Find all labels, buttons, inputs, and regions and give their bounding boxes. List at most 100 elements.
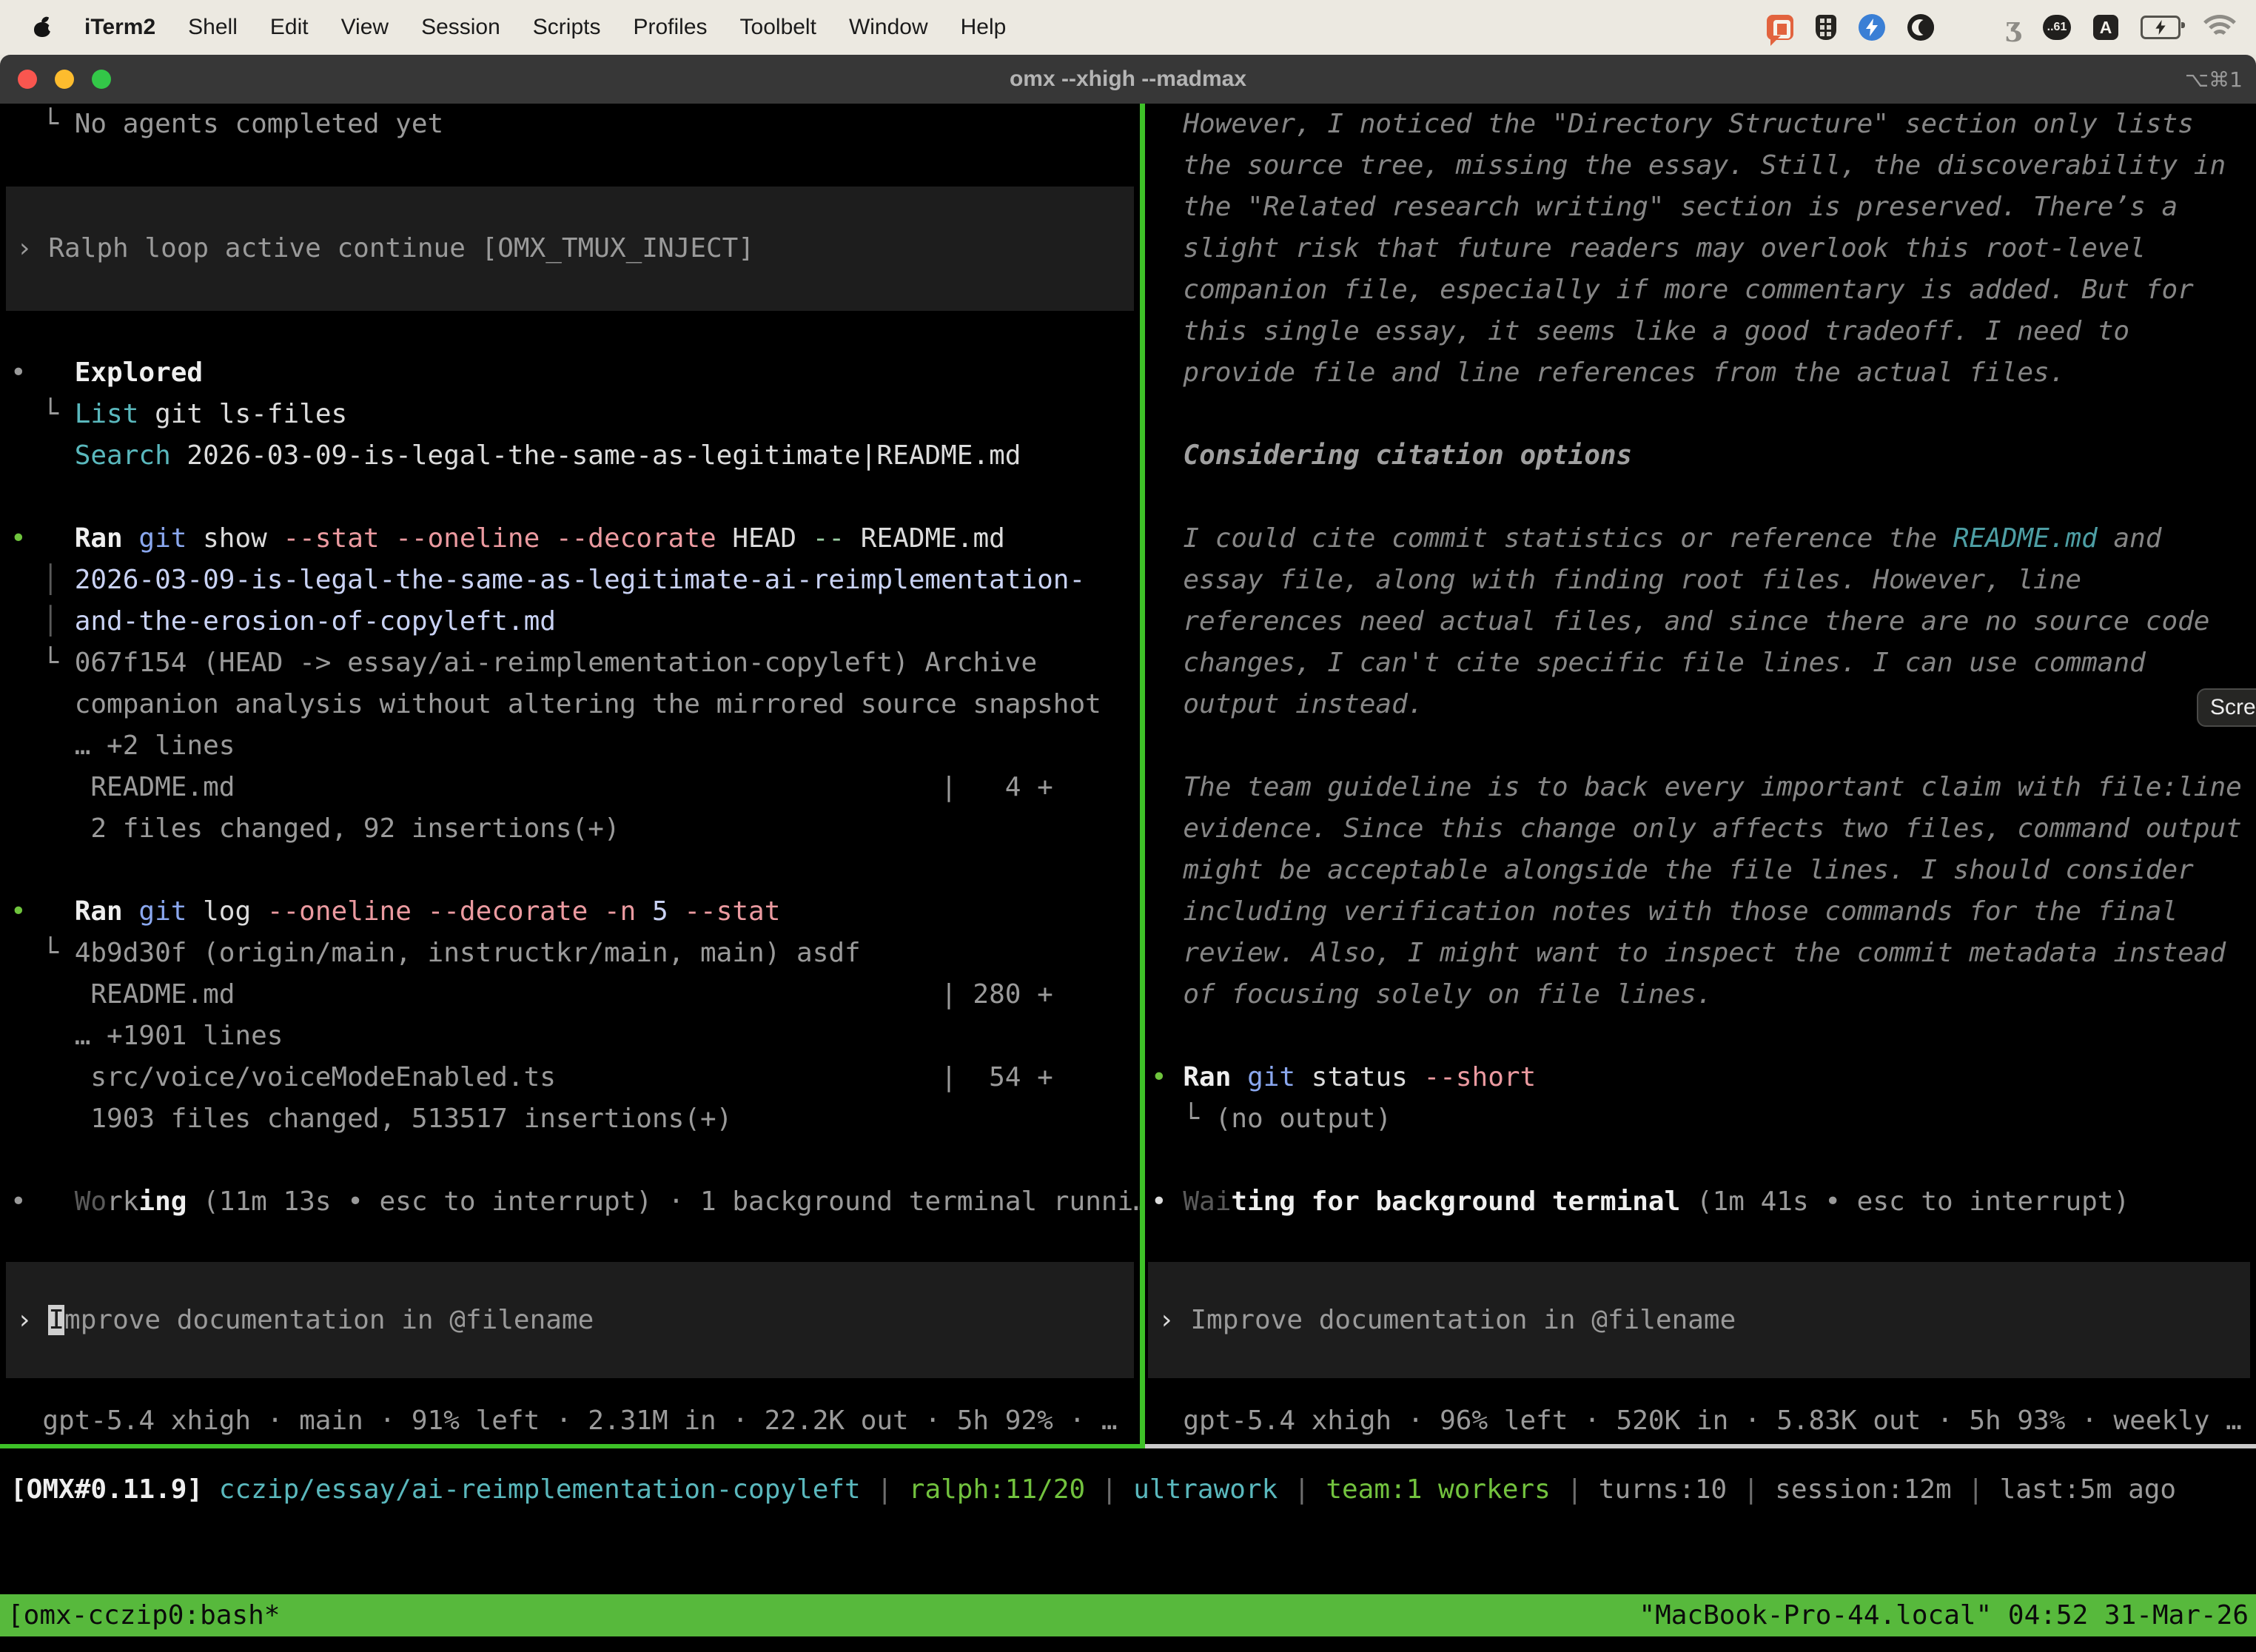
- terminal-text: (1m 41s • esc to interrupt): [1680, 1186, 2129, 1217]
- right-pane[interactable]: However, I noticed the "Directory Struct…: [1145, 104, 2256, 1444]
- terminal-text: 2026-03-09-is-legal-the-same-as-legitima…: [75, 565, 1085, 595]
- terminal-text: git: [1247, 1062, 1295, 1092]
- menu-item-app[interactable]: iTerm2: [84, 15, 155, 40]
- terminal-text: •: [1151, 1062, 1183, 1092]
- terminal-text: and: [2098, 523, 2162, 554]
- terminal-line: The team guideline is to back every impo…: [1151, 767, 2256, 808]
- terminal-text: Explored: [75, 357, 203, 388]
- left-pane[interactable]: └ No agents completed yet › Ralph loop ac…: [0, 104, 1140, 1444]
- blue-bolt-badge-icon[interactable]: [1859, 14, 1885, 41]
- terminal-line: [10, 477, 1140, 518]
- menu-item-profiles[interactable]: Profiles: [633, 15, 707, 40]
- window-title: omx --xhigh --madmax: [0, 67, 2256, 92]
- battery-charging-icon[interactable]: [2141, 16, 2181, 39]
- terminal-text: Ralph loop active continue [OMX_TMUX_INJ…: [48, 233, 754, 263]
- terminal-text: … +2 lines: [10, 731, 235, 761]
- hook-squiggle-icon[interactable]: ʒ: [2006, 12, 2021, 43]
- input-source-a-icon[interactable]: A: [2093, 15, 2118, 40]
- terminal-text: --short: [1424, 1062, 1537, 1092]
- terminal-text: team:1 workers: [1326, 1474, 1550, 1505]
- terminal-text: Wo: [75, 1186, 107, 1217]
- menu-items: iTerm2 Shell Edit View Session Scripts Profil…: [0, 15, 1006, 40]
- shield-grid-icon[interactable]: [1816, 15, 1836, 40]
- terminal-text: slight risk that future readers may over…: [1151, 233, 2146, 263]
- terminal-text: 2 files changed, 92 insertions(+): [10, 813, 620, 844]
- pane-divider[interactable]: [1140, 104, 1145, 1444]
- message-box: › Ralph loop active continue [OMX_TMUX_I…: [6, 187, 1134, 311]
- omx-status-line: [OMX#0.11.9] cczip/essay/ai-reimplementa…: [0, 1448, 2256, 1511]
- menu-item-view[interactable]: View: [341, 15, 389, 40]
- menu-item-edit[interactable]: Edit: [270, 15, 309, 40]
- menu-item-scripts[interactable]: Scripts: [533, 15, 601, 40]
- terminal-text: this single essay, it seems like a good …: [1151, 316, 2129, 346]
- prompt-input-box[interactable]: › Improve documentation in @filename: [1148, 1262, 2250, 1378]
- bottom-filler: [0, 1636, 2256, 1652]
- crescent-circle-icon[interactable]: [1907, 14, 1934, 41]
- terminal-text: [123, 896, 139, 927]
- apple-menu-icon[interactable]: [34, 17, 52, 38]
- terminal-text: ting for background terminal: [1231, 1186, 1680, 1217]
- terminal-text: the source tree, missing the essay. Stil…: [1151, 150, 2226, 181]
- terminal-text: provide file and line references from th…: [1151, 357, 2065, 388]
- terminal-text: of focusing solely on file lines.: [1151, 979, 1713, 1010]
- terminal-text: Wai: [1183, 1186, 1231, 1217]
- terminal-line: the source tree, missing the essay. Stil…: [1151, 145, 2256, 187]
- terminal-line: might be acceptable alongside the file l…: [1151, 850, 2256, 891]
- tmux-session-label: [omx-cczip0:bash*: [7, 1600, 280, 1631]
- terminal-line: Search 2026-03-09-is-legal-the-same-as-l…: [10, 435, 1140, 477]
- terminal-text: |: [861, 1474, 909, 1505]
- terminal-text: ralph:11/20: [909, 1474, 1085, 1505]
- menu-item-window[interactable]: Window: [849, 15, 928, 40]
- menu-item-session[interactable]: Session: [421, 15, 500, 40]
- terminal-line: [10, 850, 1140, 891]
- menu-item-shell[interactable]: Shell: [188, 15, 238, 40]
- terminal-text: └: [10, 648, 75, 678]
- menu-items-rest: Shell Edit View Session Scripts Profiles Toolb…: [188, 15, 1006, 40]
- terminal-text: companion analysis without altering the …: [10, 689, 1101, 719]
- terminal-text: [123, 523, 139, 554]
- screen-indicator-pill[interactable]: Scre: [2197, 688, 2256, 727]
- terminal-text: last:5m ago: [2000, 1474, 2176, 1505]
- terminal-text: ›: [1158, 1305, 1190, 1335]
- menu-item-toolbelt[interactable]: Toolbelt: [740, 15, 816, 40]
- dots-grid-icon[interactable]: [1956, 14, 1984, 41]
- chat-bubble-icon[interactable]: [1767, 15, 1793, 40]
- macos-menu-bar: iTerm2 Shell Edit View Session Scripts Profil…: [0, 0, 2256, 55]
- terminal-text: Search: [75, 440, 171, 471]
- menu-status-icons: ʒ ..61 A: [1767, 12, 2256, 43]
- menu-item-help[interactable]: Help: [961, 15, 1007, 40]
- terminal-line: this single essay, it seems like a good …: [1151, 311, 2256, 352]
- window-title-bar: omx --xhigh --madmax ⌥⌘1: [0, 55, 2256, 104]
- terminal-text: List: [75, 399, 139, 429]
- timer-61-badge-icon[interactable]: ..61: [2043, 15, 2071, 40]
- prompt-input-box[interactable]: › Improve documentation in @filename: [6, 1262, 1134, 1378]
- terminal-text: |: [1727, 1474, 1775, 1505]
- terminal-line: essay file, along with finding root file…: [1151, 560, 2256, 601]
- terminal-line: [1151, 394, 2256, 435]
- terminal-line: › Improve documentation in @filename: [1148, 1300, 1736, 1341]
- terminal-line: [10, 311, 1140, 352]
- terminal-text: HEAD: [716, 523, 813, 554]
- terminal-text: •: [10, 523, 75, 554]
- terminal-line: … +1901 lines: [10, 1015, 1140, 1057]
- terminal-text: However, I noticed the "Directory Struct…: [1151, 109, 2194, 139]
- terminal-text: •: [10, 1186, 75, 1217]
- terminal-line: … +2 lines: [10, 725, 1140, 767]
- terminal-line: README.md | 280 +: [10, 974, 1140, 1015]
- terminal-text: README.md | 280 +: [10, 979, 1053, 1010]
- terminal-text: --stat --oneline --decorate: [283, 523, 716, 554]
- terminal-text: •: [10, 896, 75, 927]
- terminal-text: show: [187, 523, 283, 554]
- terminal-line: the "Related research writing" section i…: [1151, 187, 2256, 228]
- terminal-line: • Working (11m 13s • esc to interrupt) ·…: [10, 1181, 1140, 1223]
- terminal-text: README.md | 4 +: [10, 772, 1053, 802]
- terminal-text: might be acceptable alongside the file l…: [1151, 855, 2194, 885]
- terminal-text: rk: [107, 1186, 138, 1217]
- terminal-text: Considering citation options: [1151, 440, 1632, 471]
- terminal-line: └ No agents completed yet: [10, 104, 1140, 145]
- terminal-line: └ 067f154 (HEAD -> essay/ai-reimplementa…: [10, 642, 1140, 684]
- terminal-text: essay file, along with finding root file…: [1151, 565, 2081, 595]
- spacer: [10, 1378, 1140, 1400]
- wifi-icon[interactable]: [2203, 15, 2237, 40]
- terminal-line: changes, I can't cite specific file line…: [1151, 642, 2256, 684]
